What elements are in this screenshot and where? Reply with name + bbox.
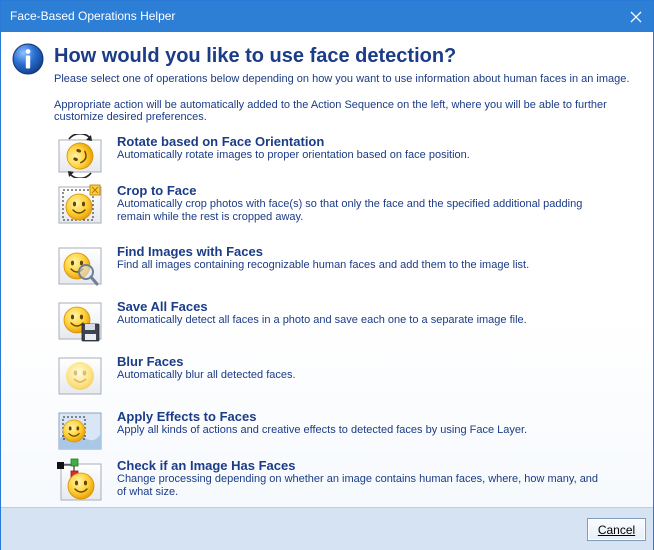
dialog-footer: Cancel [1,507,653,550]
option-find-images-with-faces[interactable]: Find Images with Faces Find all images c… [57,244,617,290]
option-title: Check if an Image Has Faces [117,458,296,473]
action-sequence-note: Appropriate action will be automatically… [54,99,607,123]
crop-face-icon [58,184,102,224]
option-title: Blur Faces [117,354,184,369]
close-button[interactable] [619,1,653,32]
option-description: Automatically blur all detected faces. [117,369,296,381]
option-title: Rotate based on Face Orientation [117,134,325,149]
face-operations-dialog: Face-Based Operations Helper How would y… [0,0,654,550]
option-blur-faces[interactable]: Blur Faces Automatically blur all detect… [57,354,617,400]
option-rotate-face-orientation[interactable]: Rotate based on Face Orientation Automat… [57,134,617,180]
title-bar[interactable]: Face-Based Operations Helper [1,1,653,32]
option-description: Automatically detect all faces in a phot… [117,314,527,326]
cancel-button-label: Cancel [597,522,636,537]
option-description: Apply all kinds of actions and creative … [117,424,528,436]
option-apply-effects-to-faces[interactable]: Apply Effects to Faces Apply all kinds o… [57,409,617,455]
option-title: Apply Effects to Faces [117,409,257,424]
dialog-content: How would you like to use face detection… [1,32,653,507]
instruction-text: Please select one of operations below de… [54,73,630,85]
blur-face-icon [58,357,102,395]
option-check-image-has-faces[interactable]: Check if an Image Has Faces Change proce… [57,458,617,504]
close-icon [630,11,642,22]
option-description: Automatically crop photos with face(s) s… [117,198,583,223]
check-face-icon [57,458,102,501]
rotate-face-icon [58,134,102,178]
option-save-all-faces[interactable]: Save All Faces Automatically detect all … [57,299,617,345]
info-icon [12,43,44,75]
cancel-button[interactable]: Cancel [587,518,646,541]
option-title: Save All Faces [117,299,208,314]
option-description: Change processing depending on whether a… [117,473,599,498]
page-title: How would you like to use face detection… [54,45,457,67]
option-description: Automatically rotate images to proper or… [117,149,470,161]
window-title: Face-Based Operations Helper [10,9,176,23]
save-face-icon [58,302,102,342]
option-crop-to-face[interactable]: Crop to Face Automatically crop photos w… [57,183,617,229]
option-title: Find Images with Faces [117,244,263,259]
find-face-icon [58,247,102,286]
option-description: Find all images containing recognizable … [117,259,530,271]
effects-face-icon [58,412,102,450]
option-title: Crop to Face [117,183,197,198]
